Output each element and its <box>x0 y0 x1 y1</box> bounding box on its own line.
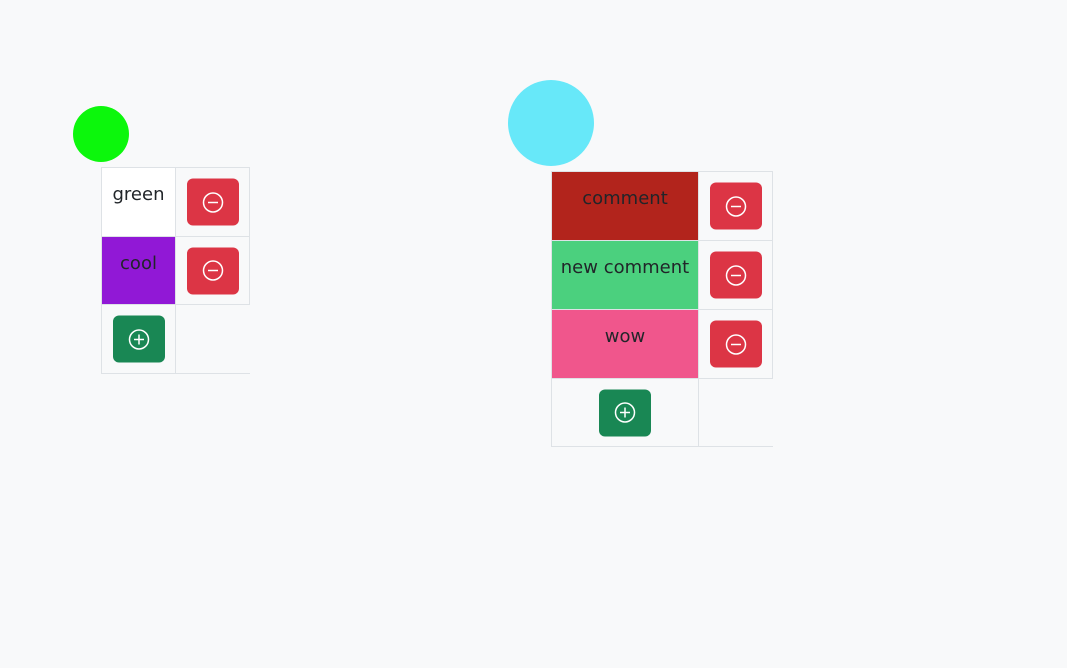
table-row: wow <box>551 309 773 379</box>
add-comment-button[interactable] <box>112 315 165 363</box>
table-row: new comment <box>551 240 773 310</box>
table-row: comment <box>551 171 773 241</box>
comment-cell: cool <box>101 236 176 305</box>
minus-circle-icon <box>725 333 746 355</box>
board-2-color-dot <box>508 80 594 166</box>
remove-comment-button[interactable] <box>186 178 239 226</box>
comment-text: wow <box>604 326 646 347</box>
add-comment-button[interactable] <box>599 389 651 436</box>
comment-text: new comment <box>560 257 690 278</box>
minus-circle-icon <box>202 260 223 281</box>
comment-cell: green <box>101 167 176 237</box>
table-row <box>551 378 773 447</box>
minus-circle-icon <box>202 191 223 213</box>
table-row: green <box>101 167 250 237</box>
comment-text: comment <box>582 188 668 209</box>
remove-comment-button[interactable] <box>709 182 762 230</box>
remove-comment-button[interactable] <box>186 247 239 294</box>
comment-cell: comment <box>551 171 699 241</box>
remove-comment-button[interactable] <box>709 251 762 299</box>
table-row <box>101 304 250 374</box>
comment-text: cool <box>120 253 157 274</box>
board-1-comments-table: green cool <box>101 167 250 374</box>
minus-circle-icon <box>725 264 746 286</box>
minus-circle-icon <box>725 195 746 217</box>
remove-comment-button[interactable] <box>709 320 762 368</box>
plus-circle-icon <box>614 402 636 423</box>
table-row: cool <box>101 236 250 305</box>
board-2-comments-table: comment new comment wow <box>551 171 773 447</box>
comment-cell: wow <box>551 309 699 379</box>
comment-text: green <box>112 184 165 205</box>
comment-cell: new comment <box>551 240 699 310</box>
plus-circle-icon <box>128 328 149 350</box>
board-1-color-dot <box>73 106 129 162</box>
